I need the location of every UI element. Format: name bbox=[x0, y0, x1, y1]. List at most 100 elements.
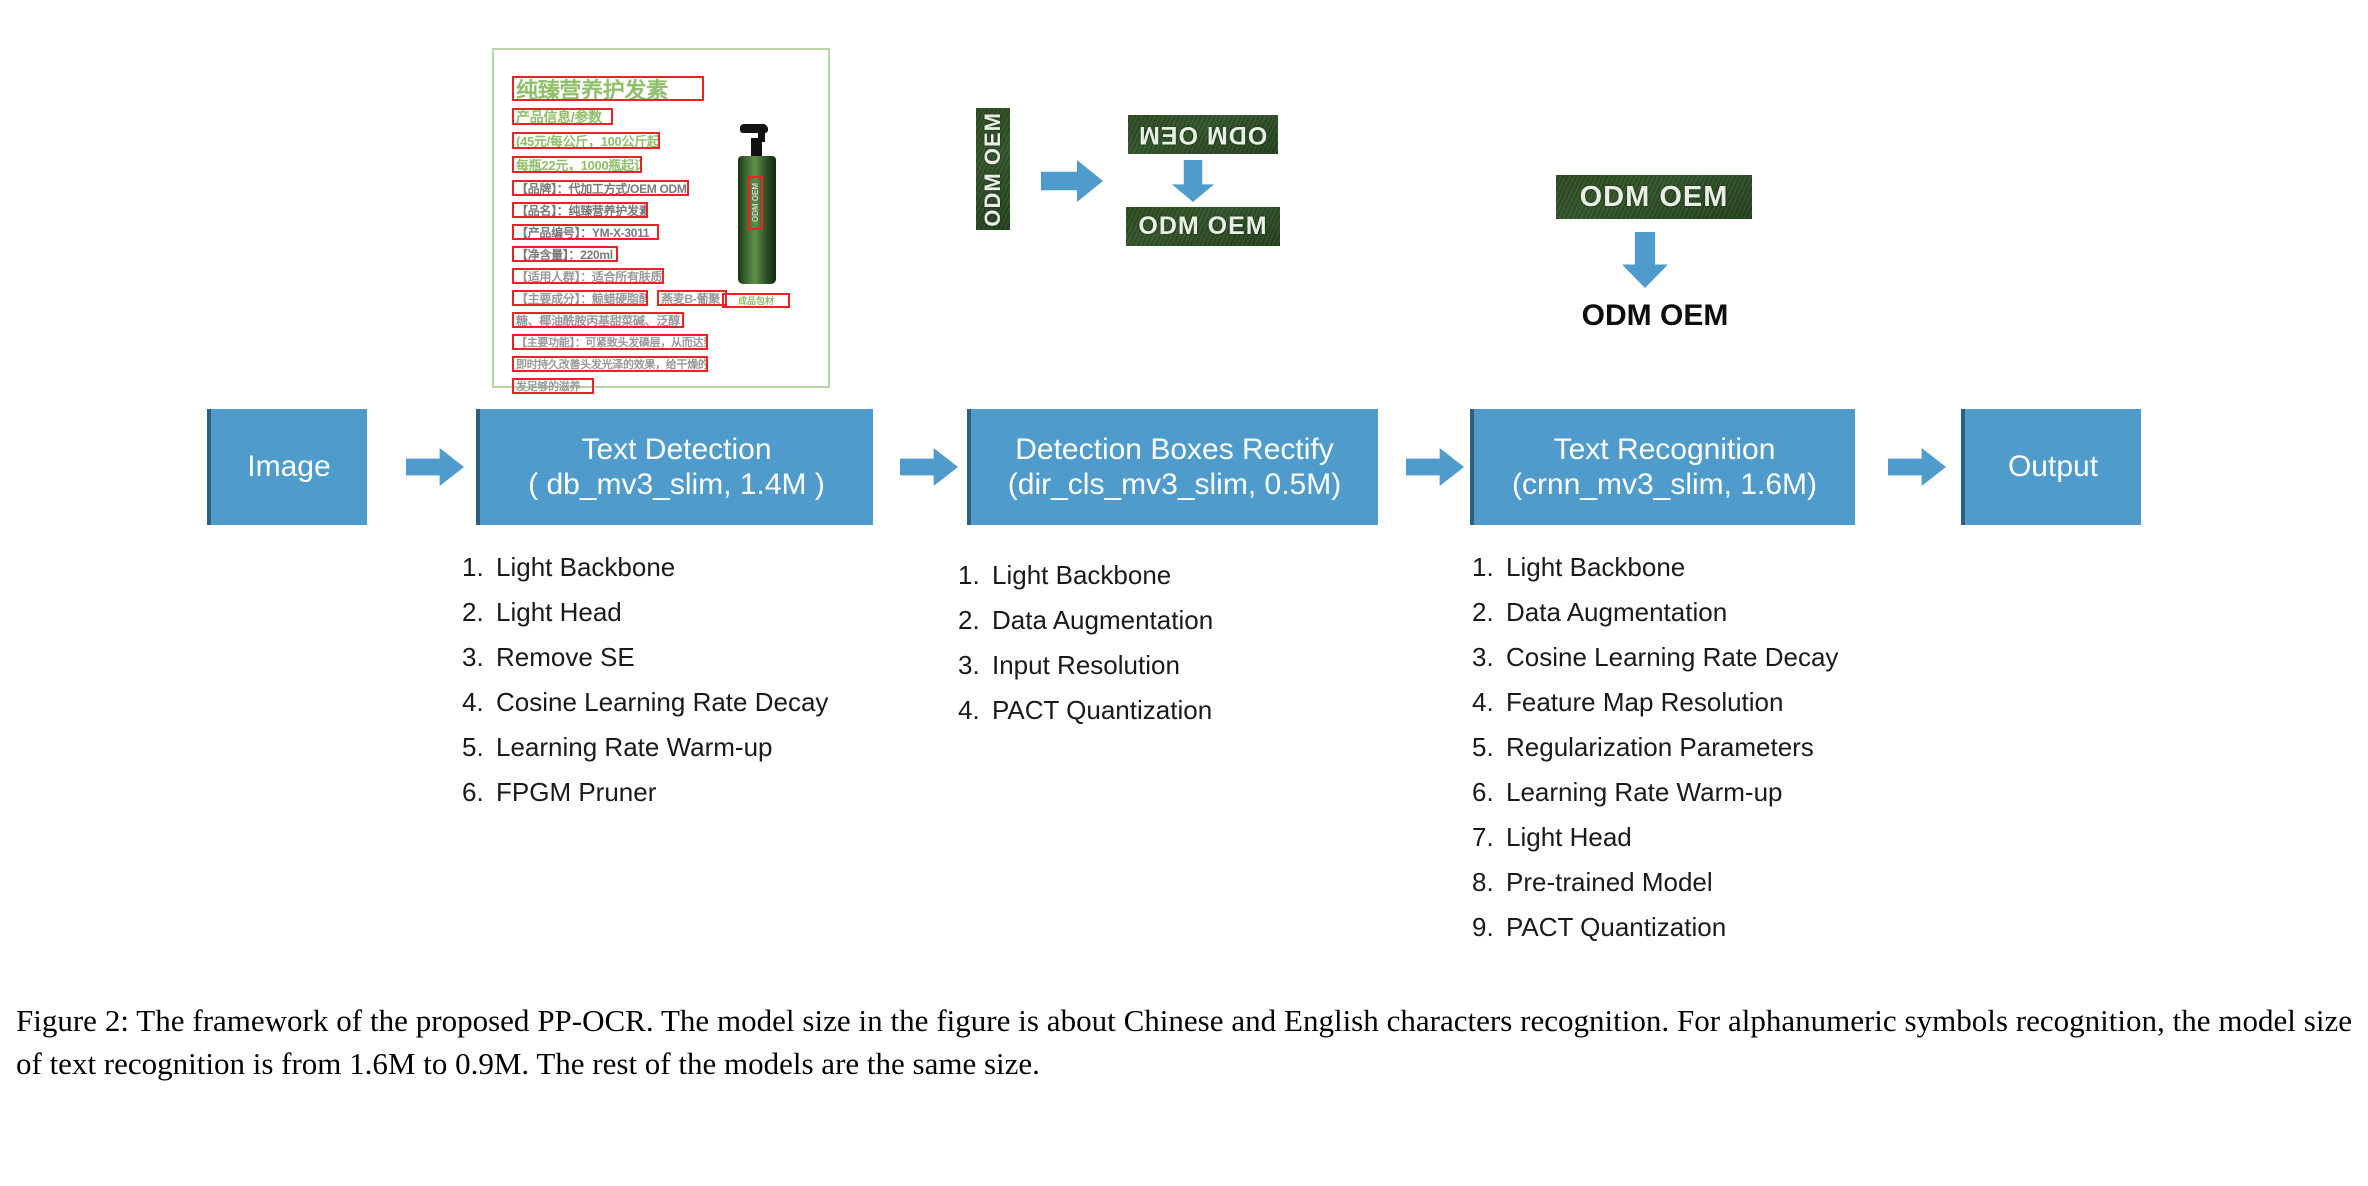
product-bottle-illustration: ODM OEM bbox=[734, 116, 780, 284]
strategy-list-item-label: Pre-trained Model bbox=[1506, 867, 1713, 897]
corrected-text-crop-label: ODM OEM bbox=[1138, 212, 1268, 240]
strategy-list-item-label: Light Backbone bbox=[496, 552, 676, 582]
text-detection-box: 【品牌】：代加工方式/OEM ODM bbox=[512, 180, 689, 196]
strategy-list-item-number: 5. bbox=[1472, 732, 1494, 762]
text-detection-box-label: (45元/每公斤，100公斤起订) bbox=[516, 134, 660, 149]
arrow-right-icon-recognition-to-output bbox=[1888, 448, 1946, 486]
strategy-list-detection: 1. Light Backbone 2. Light Head 3. Remove SE 4… bbox=[462, 552, 828, 822]
strategy-list-item: 8. Pre-trained Model bbox=[1472, 867, 1838, 898]
text-detection-box: 【产品编号】：YM-X-3011 bbox=[512, 224, 659, 240]
bottle-caption-detection-box: 成品包材 bbox=[722, 293, 790, 308]
strategy-list-item-number: 4. bbox=[462, 687, 484, 717]
pipeline-box-text-recognition-model: (crnn_mv3_slim, 1.6M) bbox=[1511, 468, 1818, 501]
strategy-list-item: 4. Cosine Learning Rate Decay bbox=[462, 687, 828, 718]
strategy-list-item-label: Light Head bbox=[496, 597, 622, 627]
strategy-list-item: 2. Data Augmentation bbox=[958, 605, 1213, 636]
annotated-product-image: 纯臻营养护发素产品信息/参数 (45元/每公斤，100公斤起订) 每瓶22元，100… bbox=[492, 48, 830, 394]
strategy-list-item-number: 1. bbox=[462, 552, 484, 582]
pipeline-box-text-detection-title: Text Detection bbox=[581, 432, 772, 466]
strategy-list-item-label: Cosine Learning Rate Decay bbox=[496, 687, 829, 717]
text-detection-box: 【净含量】：220ml bbox=[512, 246, 618, 262]
recognized-text-output: ODM OEM bbox=[1581, 299, 1729, 332]
text-detection-box: 【主要功能】：可紧致头发磷层，从而达到 bbox=[512, 334, 708, 350]
strategy-list-item: 6. FPGM Pruner bbox=[462, 777, 828, 808]
text-detection-box-label: 【主要功能】：可紧致头发磷层，从而达到 bbox=[516, 337, 708, 349]
text-detection-box-label: 产品信息/参数 bbox=[516, 108, 602, 125]
pipeline-box-text-detection[interactable]: Text Detection ( db_mv3_slim, 1.4M ) bbox=[476, 409, 873, 525]
text-detection-box: 即时持久改善头发光泽的效果，给干燥的头 bbox=[512, 356, 708, 372]
strategy-list-item-label: FPGM Pruner bbox=[496, 777, 657, 807]
strategy-list-item: 1. Light Backbone bbox=[1472, 552, 1838, 583]
pipeline-box-image[interactable]: Image bbox=[207, 409, 367, 525]
strategy-list-item-label: Light Backbone bbox=[992, 560, 1172, 590]
strategy-list-recognition: 1. Light Backbone 2. Data Augmentation 3. Cos… bbox=[1472, 552, 1838, 957]
strategy-list-item-number: 2. bbox=[462, 597, 484, 627]
strategy-list-item-label: Input Resolution bbox=[992, 650, 1180, 680]
strategy-list-item-number: 1. bbox=[1472, 552, 1494, 582]
text-detection-box: 纯臻营养护发素 bbox=[512, 76, 704, 101]
strategy-list-item-number: 6. bbox=[462, 777, 484, 807]
strategy-list-item: 3. Remove SE bbox=[462, 642, 828, 673]
text-detection-box-label: 燕麦B-葡聚 bbox=[661, 291, 720, 306]
flipped-text-crop: ODM OEM bbox=[1128, 115, 1278, 154]
arrow-down-icon-recognize bbox=[1622, 232, 1668, 288]
pipeline-box-output-label: Output bbox=[2007, 450, 2099, 484]
corrected-text-crop: ODM OEM bbox=[1126, 207, 1280, 246]
arrow-down-icon-rectify bbox=[1172, 160, 1214, 202]
strategy-list-item-label: Light Backbone bbox=[1506, 552, 1686, 582]
arrow-right-icon-image-to-detection bbox=[406, 448, 464, 486]
strategy-list-item-number: 6. bbox=[1472, 777, 1494, 807]
pipeline-box-text-recognition[interactable]: Text Recognition (crnn_mv3_slim, 1.6M) bbox=[1470, 409, 1855, 525]
strategy-list-item-label: Data Augmentation bbox=[1506, 597, 1728, 627]
strategy-list-item-number: 3. bbox=[462, 642, 484, 672]
strategy-list-item-number: 2. bbox=[1472, 597, 1494, 627]
strategy-list-item-number: 4. bbox=[958, 695, 980, 725]
strategy-list-item: 2. Data Augmentation bbox=[1472, 597, 1838, 628]
bottle-caption-text: 成品包材 bbox=[737, 296, 774, 306]
pipeline-box-image-label: Image bbox=[247, 450, 331, 484]
vertical-text-crop-label: ODM OEM bbox=[980, 111, 1005, 227]
arrow-right-icon-detection-to-rectify bbox=[900, 448, 958, 486]
arrow-right-icon-rotate bbox=[1041, 160, 1103, 202]
text-detection-box-label: 每瓶22元，1000瓶起订) bbox=[516, 158, 642, 173]
text-detection-box-label: 【适用人群】：适合所有肤质 bbox=[516, 269, 663, 284]
strategy-list-item-number: 4. bbox=[1472, 687, 1494, 717]
text-detection-box-label: 发足够的滋养 bbox=[516, 381, 581, 393]
text-detection-box: 糖、椰油酰胺丙基甜菜碱、泛醇 bbox=[512, 312, 684, 328]
strategy-list-item: 1. Light Backbone bbox=[462, 552, 828, 583]
vertical-text-crop: ODM OEM bbox=[976, 108, 1010, 230]
strategy-list-item-label: Data Augmentation bbox=[992, 605, 1214, 635]
strategy-list-item: 2. Light Head bbox=[462, 597, 828, 628]
strategy-list-item-number: 5. bbox=[462, 732, 484, 762]
pipeline-box-rectify-model: (dir_cls_mv3_slim, 0.5M) bbox=[1007, 468, 1342, 501]
text-detection-box: 产品信息/参数 bbox=[512, 108, 613, 125]
text-detection-box-label: 【净含量】：220ml bbox=[516, 247, 613, 262]
strategy-list-rectify: 1. Light Backbone 2. Data Augmentation 3. Inp… bbox=[958, 560, 1213, 740]
strategy-list-item: 4. Feature Map Resolution bbox=[1472, 687, 1838, 718]
strategy-list-item: 9. PACT Quantization bbox=[1472, 912, 1838, 943]
text-detection-box-label: 【主要成分】：鲸蜡硬脂醇 bbox=[516, 291, 648, 306]
text-detection-box-label: 【品名】：纯臻营养护发素 bbox=[516, 203, 648, 218]
strategy-list-item: 4. PACT Quantization bbox=[958, 695, 1213, 726]
text-detection-box-label: 纯臻营养护发素 bbox=[516, 77, 668, 101]
strategy-list-item-label: Remove SE bbox=[496, 642, 635, 672]
text-detection-box-label: 即时持久改善头发光泽的效果，给干燥的头 bbox=[516, 359, 708, 371]
text-detection-box: 【适用人群】：适合所有肤质 bbox=[512, 268, 664, 284]
strategy-list-item-number: 2. bbox=[958, 605, 980, 635]
strategy-list-item: 3. Cosine Learning Rate Decay bbox=[1472, 642, 1838, 673]
bottle-label-detection-box: ODM OEM bbox=[748, 176, 763, 230]
pipeline-box-detection-boxes-rectify[interactable]: Detection Boxes Rectify (dir_cls_mv3_sli… bbox=[967, 409, 1378, 525]
pipeline-box-text-recognition-title: Text Recognition bbox=[1553, 432, 1776, 466]
text-detection-box-label: 【产品编号】：YM-X-3011 bbox=[516, 225, 650, 240]
strategy-list-item: 1. Light Backbone bbox=[958, 560, 1213, 591]
strategy-list-item-label: Learning Rate Warm-up bbox=[1506, 777, 1783, 807]
bottle-label-text: ODM OEM bbox=[751, 183, 760, 223]
strategy-list-item: 6. Learning Rate Warm-up bbox=[1472, 777, 1838, 808]
strategy-list-item: 5. Learning Rate Warm-up bbox=[462, 732, 828, 763]
pipeline-box-output[interactable]: Output bbox=[1961, 409, 2141, 525]
strategy-list-item-label: Learning Rate Warm-up bbox=[496, 732, 773, 762]
figure-caption: Figure 2: The framework of the proposed … bbox=[16, 1003, 2352, 1081]
recognition-input-crop-label: ODM OEM bbox=[1579, 180, 1729, 213]
strategy-list-item-label: Cosine Learning Rate Decay bbox=[1506, 642, 1839, 672]
strategy-list-item: 7. Light Head bbox=[1472, 822, 1838, 853]
